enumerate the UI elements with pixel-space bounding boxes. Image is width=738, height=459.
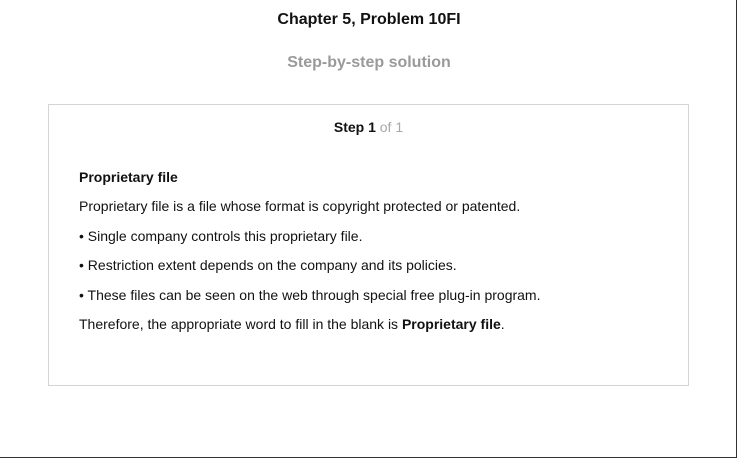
page-title: Chapter 5, Problem 10FI — [277, 11, 461, 28]
solution-content: Proprietary file Proprietary file is a f… — [79, 167, 659, 343]
solution-heading: Proprietary file — [79, 169, 178, 185]
step-label: Step 1 — [333, 119, 376, 135]
solution-card: Step 1 of 1 Proprietary file Proprietary… — [48, 104, 689, 386]
bullet-item: • These files can be seen on the web thr… — [79, 286, 541, 303]
conclusion-suffix: . — [500, 315, 505, 332]
conclusion-answer: Proprietary file — [401, 315, 501, 332]
bullet-item: • Single company controls this proprieta… — [79, 227, 363, 244]
bullet-item: • Restriction extent depends on the comp… — [79, 257, 457, 274]
conclusion-prefix: Therefore, the appropriate word to fill … — [79, 315, 402, 332]
solution-definition: Proprietary file is a file whose format … — [79, 198, 521, 215]
step-total: of 1 — [379, 119, 404, 135]
page-subtitle: Step-by-step solution — [287, 54, 451, 71]
solution-conclusion: Therefore, the appropriate word to fill … — [79, 314, 659, 334]
step-header: Step 1 of 1 — [49, 119, 688, 135]
